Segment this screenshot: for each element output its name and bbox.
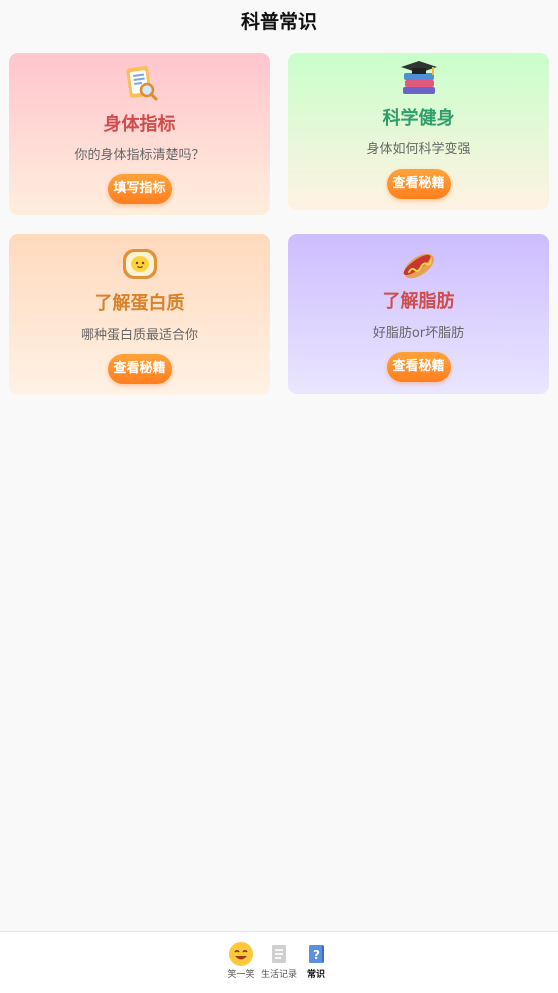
card-title: 了解脂肪 bbox=[382, 291, 455, 312]
card-title: 了解蛋白质 bbox=[94, 293, 185, 314]
tab-knowledge[interactable]: ? 常识 bbox=[294, 940, 338, 981]
view-tips-button[interactable]: 查看秘籍 bbox=[386, 169, 451, 199]
clipboard-search-icon bbox=[125, 66, 157, 101]
fill-indicators-button[interactable]: 填写指标 bbox=[107, 174, 172, 204]
svg-text:?: ? bbox=[313, 948, 320, 962]
smile-face-icon bbox=[229, 942, 253, 966]
card-title: 身体指标 bbox=[103, 114, 176, 135]
card-subtitle: 好脂肪or坏脂肪 bbox=[372, 326, 465, 341]
card-subtitle: 你的身体指标清楚吗？ bbox=[74, 148, 205, 163]
tab-label: 常识 bbox=[306, 970, 325, 980]
books-graduation-cap-icon bbox=[400, 61, 437, 94]
page-title: 科普常识 bbox=[240, 11, 317, 33]
card-subtitle: 哪种蛋白质最适合你 bbox=[80, 328, 198, 343]
card-body-indicators[interactable]: 身体指标 你的身体指标清楚吗？ 填写指标 bbox=[9, 53, 270, 215]
card-fat[interactable]: 了解脂肪 好脂肪or坏脂肪 查看秘籍 bbox=[288, 234, 549, 394]
card-scientific-fitness[interactable]: 科学健身 身体如何科学变强 查看秘籍 bbox=[288, 53, 549, 210]
card-title: 科学健身 bbox=[382, 108, 455, 129]
card-subtitle: 身体如何科学变强 bbox=[366, 142, 471, 157]
view-tips-button[interactable]: 查看秘籍 bbox=[386, 352, 451, 382]
egg-toast-icon bbox=[122, 249, 157, 279]
question-book-icon: ? bbox=[309, 945, 324, 963]
card-protein[interactable]: 了解蛋白质 哪种蛋白质最适合你 查看秘籍 bbox=[9, 234, 270, 395]
document-icon bbox=[272, 945, 286, 963]
view-tips-button[interactable]: 查看秘籍 bbox=[107, 354, 172, 384]
bottom-tab-bar: 笑一笑 生活记录 ? 常识 bbox=[0, 931, 558, 993]
hotdog-icon bbox=[403, 253, 434, 279]
